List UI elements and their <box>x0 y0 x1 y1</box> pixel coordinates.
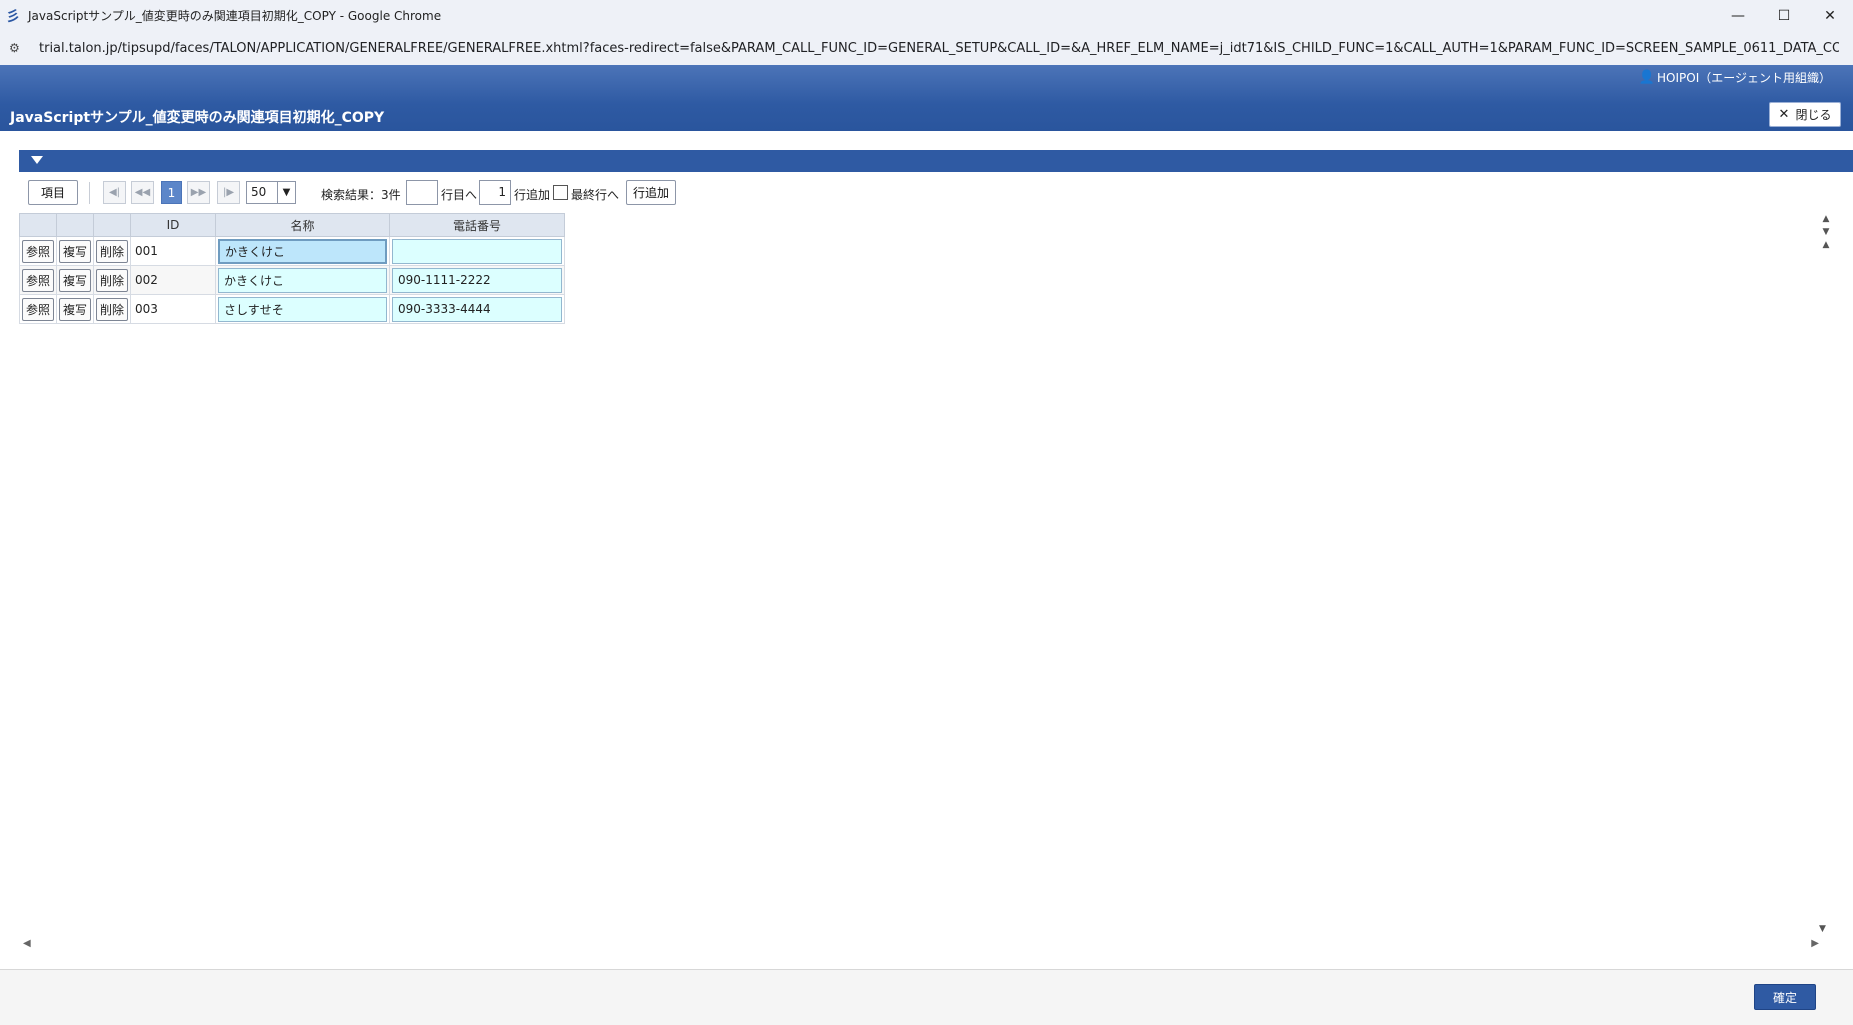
browser-titlebar: 彡 JavaScriptサンプル_値変更時のみ関連項目初期化_COPY - Go… <box>0 0 1853 31</box>
page-number-button[interactable]: 1 <box>161 181 182 204</box>
next-page-icon[interactable]: ▶▶ <box>187 181 210 204</box>
close-window-icon[interactable]: ✕ <box>1807 0 1853 31</box>
window-title: JavaScriptサンプル_値変更時のみ関連項目初期化_COPY - Goog… <box>28 9 442 23</box>
id-cell: 002 <box>130 265 216 295</box>
id-cell: 003 <box>130 294 216 324</box>
column-header-phone[interactable]: 電話番号 <box>389 213 565 237</box>
last-row-label: 最終行へ <box>571 188 620 202</box>
last-page-icon[interactable]: |▶ <box>217 181 240 204</box>
url-text[interactable]: trial.talon.jp/tipsupd/faces/TALON/APPLI… <box>39 41 1839 56</box>
phone-input[interactable]: 090-1111-2222 <box>392 267 562 293</box>
add-count-label: 行追加 <box>514 188 551 202</box>
ref-button[interactable]: 参照 <box>22 268 54 292</box>
minimize-icon[interactable]: — <box>1715 0 1761 31</box>
scroll-left-icon[interactable]: ◀ <box>23 938 31 949</box>
row-target-input[interactable] <box>406 180 438 205</box>
maximize-icon[interactable]: ☐ <box>1761 0 1807 31</box>
copy-button[interactable]: 複写 <box>59 268 91 292</box>
user-name: HOIPOI（エージェント用組織） <box>1657 71 1831 85</box>
app-logo-icon: 彡 <box>6 8 20 25</box>
scroll-down-icon[interactable]: ▼ <box>1819 226 1833 239</box>
phone-input[interactable]: 090-3333-4444 <box>392 296 562 322</box>
app-header: 👤 HOIPOI（エージェント用組織） JavaScriptサンプル_値変更時の… <box>0 65 1853 131</box>
prev-page-icon[interactable]: ◀◀ <box>131 181 154 204</box>
name-input[interactable]: かきくけこ <box>218 267 387 293</box>
site-settings-icon[interactable]: ⚙ <box>9 41 27 55</box>
delete-button[interactable]: 削除 <box>96 239 128 263</box>
data-grid: ID 名称 電話番号 参照 複写 削除 001 かきくけこ 参照 複写 削除 0… <box>19 213 565 324</box>
page-title: JavaScriptサンプル_値変更時のみ関連項目初期化_COPY <box>10 110 385 126</box>
table-row: 参照 複写 削除 001 かきくけこ <box>19 236 565 266</box>
grid-toolbar: 項目 ◀| ◀◀ 1 ▶▶ |▶ 50 ▼ 検索結果：3件 行目へ 1 行追加 … <box>28 180 828 207</box>
first-page-icon[interactable]: ◀| <box>103 181 126 204</box>
column-header-name[interactable]: 名称 <box>215 213 390 237</box>
name-input[interactable]: さしすせそ <box>218 296 387 322</box>
scroll-right-icon[interactable]: ▶ <box>1811 938 1819 949</box>
person-icon: 👤 <box>1638 70 1655 85</box>
chevron-down-icon: ▼ <box>277 182 295 203</box>
footer-bar: 確定 <box>0 969 1853 1025</box>
add-count-input[interactable]: 1 <box>479 180 511 205</box>
page-size-value: 50 <box>251 185 267 199</box>
column-header <box>56 213 94 237</box>
add-row-button[interactable]: 行追加 <box>626 180 676 205</box>
user-info: 👤 HOIPOI（エージェント用組織） <box>1639 69 1831 86</box>
copy-button[interactable]: 複写 <box>59 297 91 321</box>
search-panel-toggle[interactable] <box>19 150 1853 172</box>
triangle-down-icon <box>31 156 43 164</box>
ref-button[interactable]: 参照 <box>22 297 54 321</box>
scroll-bottom-icon[interactable]: ▼ <box>1819 924 1826 934</box>
table-row: 参照 複写 削除 002 かきくけこ 090-1111-2222 <box>19 265 565 295</box>
scroll-top-icon[interactable]: ▲ <box>1819 239 1833 252</box>
close-button[interactable]: ✕ 閉じる <box>1769 102 1841 127</box>
close-icon: ✕ <box>1778 107 1790 122</box>
copy-button[interactable]: 複写 <box>59 239 91 263</box>
items-button[interactable]: 項目 <box>28 180 78 205</box>
ref-button[interactable]: 参照 <box>22 239 54 263</box>
delete-button[interactable]: 削除 <box>96 268 128 292</box>
column-header <box>93 213 131 237</box>
close-button-label: 閉じる <box>1795 108 1832 122</box>
page-size-select[interactable]: 50 ▼ <box>246 181 296 204</box>
address-bar: ⚙ trial.talon.jp/tipsupd/faces/TALON/APP… <box>0 31 1853 65</box>
horizontal-scrollbar[interactable]: ◀ ▶ <box>19 938 1819 952</box>
toolbar-divider <box>89 182 90 204</box>
column-header <box>19 213 57 237</box>
column-header-id[interactable]: ID <box>130 213 216 237</box>
grid-header-row: ID 名称 電話番号 <box>19 213 565 237</box>
id-cell: 001 <box>130 236 216 266</box>
name-input[interactable]: かきくけこ <box>218 238 387 264</box>
row-target-label: 行目へ <box>441 188 478 202</box>
vertical-scroll-controls: ▲ ▼ ▲ <box>1819 213 1833 252</box>
result-count: 検索結果：3件 <box>321 188 401 202</box>
confirm-button[interactable]: 確定 <box>1754 984 1816 1010</box>
last-row-checkbox[interactable] <box>553 185 568 200</box>
phone-input[interactable] <box>392 238 562 264</box>
delete-button[interactable]: 削除 <box>96 297 128 321</box>
window-controls: — ☐ ✕ <box>1715 0 1853 31</box>
table-row: 参照 複写 削除 003 さしすせそ 090-3333-4444 <box>19 294 565 324</box>
scroll-up-icon[interactable]: ▲ <box>1819 213 1833 226</box>
